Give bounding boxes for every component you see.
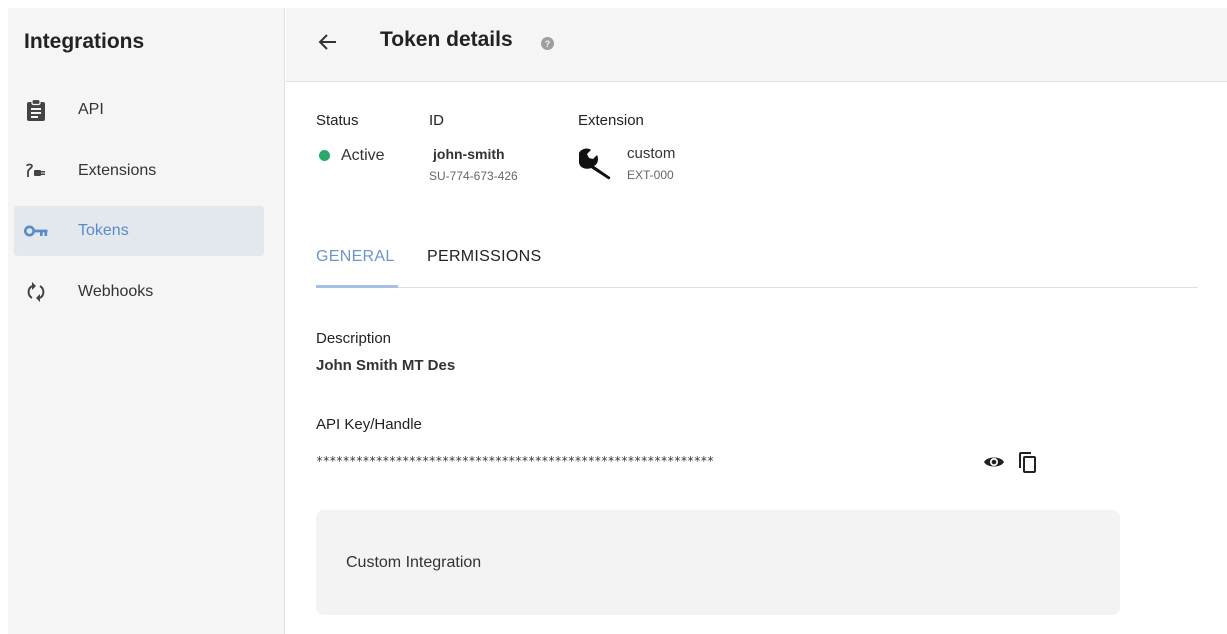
- api-key-value: ****************************************…: [316, 454, 714, 468]
- key-icon: [24, 219, 48, 243]
- sidebar-item-label: Tokens: [78, 222, 129, 239]
- plug-icon: [24, 159, 48, 183]
- sync-icon: [24, 280, 48, 304]
- extension-code: EXT-000: [627, 168, 674, 182]
- sidebar-item-api[interactable]: API: [14, 85, 264, 135]
- sidebar-item-webhooks[interactable]: Webhooks: [14, 267, 264, 317]
- tab-general[interactable]: GENERAL: [316, 248, 395, 266]
- integration-card: Custom Integration: [316, 510, 1120, 615]
- id-label: ID: [429, 112, 444, 129]
- sidebar-item-tokens[interactable]: Tokens: [14, 206, 264, 256]
- tabs-divider: [316, 287, 1198, 288]
- description-label: Description: [316, 330, 392, 347]
- tab-permissions[interactable]: PERMISSIONS: [427, 248, 541, 266]
- description-value: John Smith MT Des: [316, 357, 456, 374]
- page-header: Token details ?: [286, 8, 1227, 82]
- sidebar-item-label: Extensions: [78, 162, 157, 179]
- sidebar: Integrations API Extensions Tokens Webho…: [8, 8, 285, 634]
- sidebar-title: Integrations: [24, 30, 145, 53]
- svg-text:?: ?: [545, 39, 551, 49]
- page-title: Token details: [380, 28, 513, 51]
- api-key-label: API Key/Handle: [316, 416, 422, 433]
- sidebar-item-extensions[interactable]: Extensions: [14, 146, 264, 196]
- token-id-code: SU-774-673-426: [429, 169, 518, 183]
- card-text: Custom Integration: [346, 554, 482, 571]
- status-value: Active: [341, 147, 385, 164]
- active-tab-indicator: [316, 285, 398, 288]
- arrow-back-icon[interactable]: [316, 30, 340, 54]
- eye-icon[interactable]: [983, 454, 1005, 470]
- sidebar-item-label: Webhooks: [78, 283, 154, 300]
- token-id-name: john-smith: [433, 146, 505, 162]
- extension-name: custom: [627, 145, 676, 162]
- help-icon[interactable]: ?: [541, 37, 554, 50]
- status-dot-icon: [319, 150, 330, 161]
- status-label: Status: [316, 112, 359, 129]
- sidebar-item-label: API: [78, 101, 104, 118]
- extension-label: Extension: [578, 112, 644, 129]
- wrench-icon: [577, 146, 615, 180]
- copy-icon[interactable]: [1019, 452, 1037, 473]
- clipboard-icon: [24, 98, 48, 122]
